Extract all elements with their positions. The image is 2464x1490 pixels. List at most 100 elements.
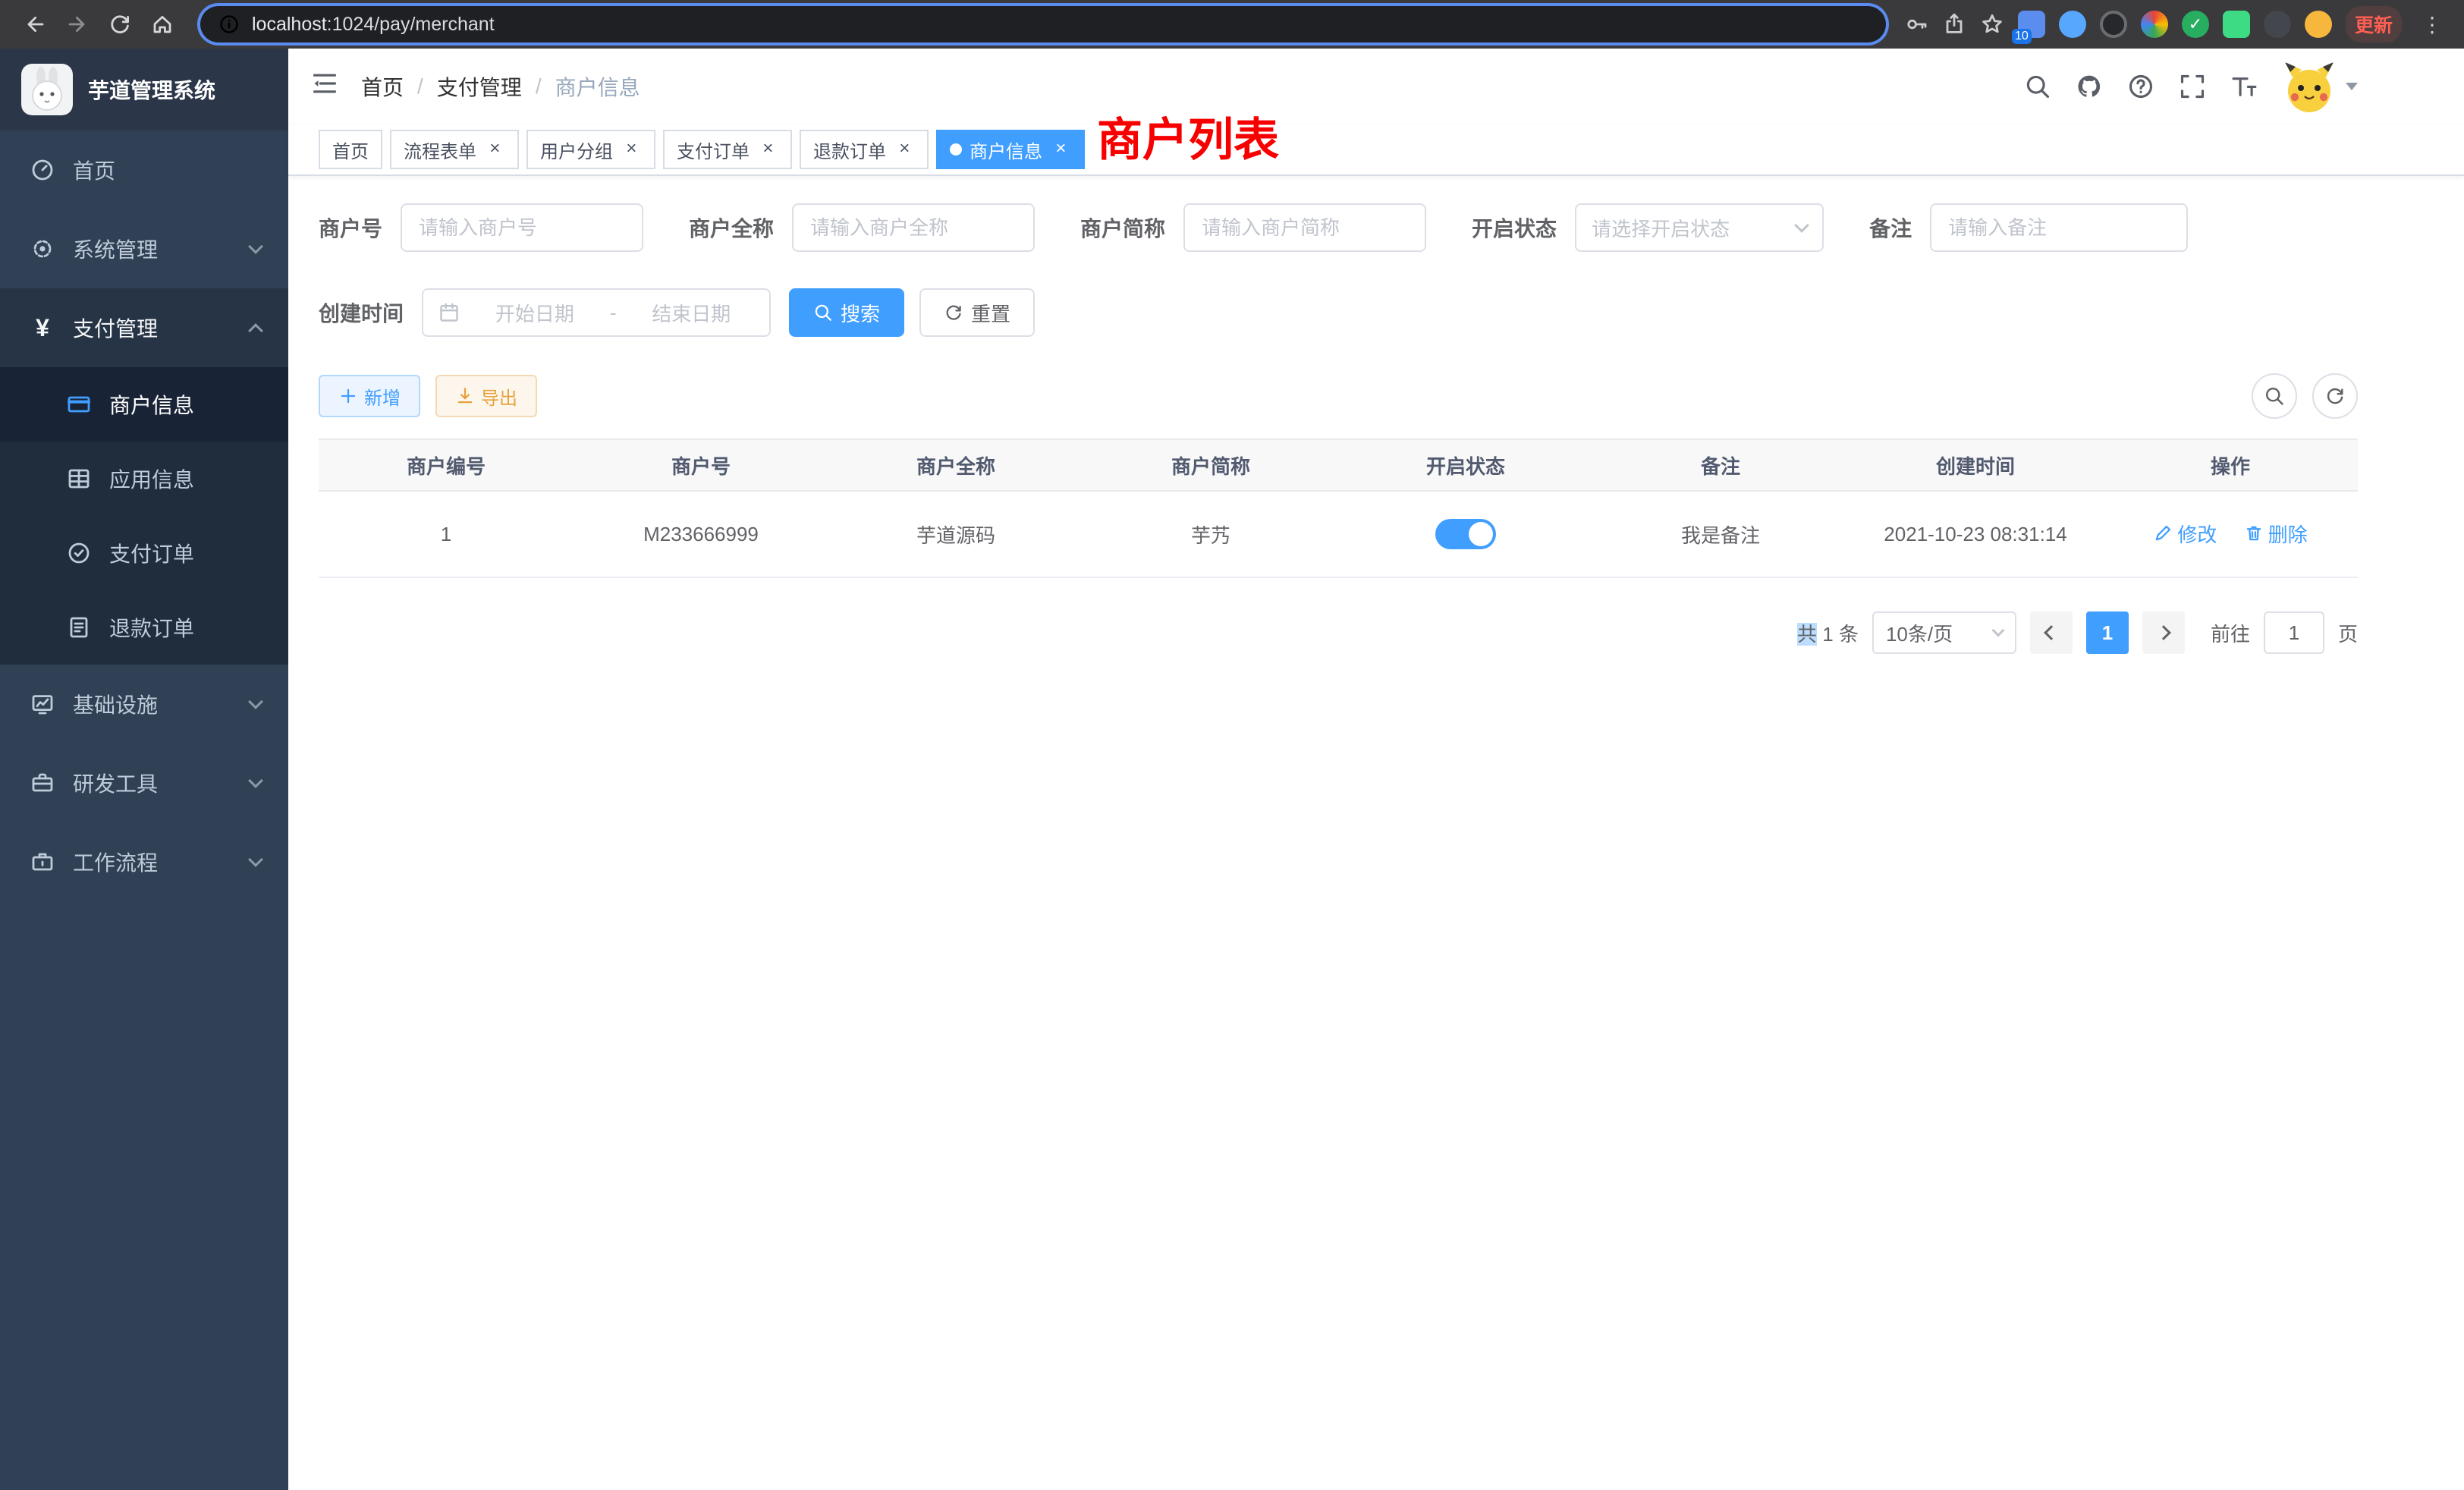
bookmark-star-icon[interactable] [1980,12,2004,36]
cell-full-name: 芋道源码 [828,491,1083,577]
extension-icon-1[interactable]: 10 [2018,11,2045,38]
refresh-icon [2324,385,2346,407]
extension-icon-2[interactable] [2059,11,2086,38]
sidebar-toggle-button[interactable] [288,70,361,103]
browser-update-button[interactable]: 更新 [2346,6,2402,42]
create-time-range-picker[interactable]: 开始日期 - 结束日期 [422,288,771,337]
extension-icon-7[interactable] [2264,11,2291,38]
sidebar-item-app-info[interactable]: 应用信息 [0,442,288,516]
briefcase-icon [30,850,55,874]
close-icon[interactable] [894,139,915,160]
browser-actions: 10 更新 ⋮ [1904,6,2449,42]
fullscreen-icon[interactable] [2179,73,2206,100]
remark-label: 备注 [1869,212,1930,243]
app-title: 芋道管理系统 [88,74,215,105]
cell-create-time: 2021-10-23 08:31:14 [1848,491,2103,577]
close-icon[interactable] [621,139,642,160]
tab-refund-order[interactable]: 退款订单 [800,130,929,169]
tab-user-group[interactable]: 用户分组 [526,130,655,169]
help-icon[interactable] [2127,73,2154,100]
content: 商户号 商户全称 商户简称 开启状态 请选择开启状态 [288,176,2464,654]
search-icon[interactable] [2024,73,2051,100]
close-icon[interactable] [757,139,778,160]
export-button[interactable]: 导出 [435,375,537,417]
pagination-total: 共 1 条 [1797,619,1859,647]
chevron-right-icon [2156,625,2171,640]
col-status: 开启状态 [1338,439,1593,491]
toggle-search-button[interactable] [2252,373,2297,419]
back-button[interactable] [15,5,55,44]
url-text: localhost:1024/pay/merchant [252,14,495,36]
prev-page-button[interactable] [2030,611,2073,654]
add-button[interactable]: 新增 [319,375,420,417]
extension-icon-3[interactable] [2100,11,2127,38]
sidebar-item-system[interactable]: 系统管理 [0,209,288,288]
site-info-icon[interactable] [218,14,240,35]
tab-home[interactable]: 首页 [319,130,382,169]
search-icon [2264,385,2285,407]
col-merchant-id: 商户编号 [319,439,574,491]
close-icon[interactable] [1050,139,1071,160]
extension-icon-4[interactable] [2141,11,2168,38]
sidebar-item-infrastructure[interactable]: 基础设施 [0,665,288,743]
chevron-down-icon [248,239,263,254]
status-toggle[interactable] [1435,519,1496,549]
refresh-table-button[interactable] [2312,373,2358,419]
goto-label: 前往 [2211,619,2250,647]
sidebar-item-home[interactable]: 首页 [0,130,288,209]
key-icon[interactable] [1904,12,1928,36]
tab-merchant-info[interactable]: 商户信息 [936,130,1085,169]
navbar-tools [2024,59,2358,114]
browser-menu-button[interactable]: ⋮ [2415,12,2449,37]
sidebar-item-workflow[interactable]: 工作流程 [0,822,288,901]
col-merchant-no: 商户号 [574,439,828,491]
home-button[interactable] [143,5,182,44]
full-name-input[interactable] [792,203,1035,252]
sidebar-item-merchant-info[interactable]: 商户信息 [0,367,288,442]
tab-pay-order[interactable]: 支付订单 [663,130,792,169]
page-size-select[interactable]: 10条/页 [1872,611,2016,654]
close-icon[interactable] [484,139,505,160]
breadcrumb: 首页 / 支付管理 / 商户信息 [361,71,640,102]
sidebar-item-payment[interactable]: ¥ 支付管理 [0,288,288,367]
share-icon[interactable] [1942,12,1966,36]
payment-submenu: 商户信息 应用信息 支付订单 退款订单 [0,367,288,665]
next-page-button[interactable] [2142,611,2185,654]
breadcrumb-home[interactable]: 首页 [361,71,404,102]
reload-button[interactable] [100,5,140,44]
sidebar-item-dev-tools[interactable]: 研发工具 [0,743,288,822]
edit-button[interactable]: 修改 [2153,520,2217,548]
font-size-icon[interactable] [2230,73,2258,100]
refresh-icon [944,303,963,322]
breadcrumb-payment[interactable]: 支付管理 [437,71,522,102]
page-number-1[interactable]: 1 [2086,611,2129,654]
extension-icon-8[interactable] [2305,11,2332,38]
forward-button[interactable] [58,5,97,44]
cell-merchant-no: M233666999 [574,491,828,577]
sidebar-item-pay-order[interactable]: 支付订单 [0,516,288,590]
table-header-row: 商户编号 商户号 商户全称 商户简称 开启状态 备注 创建时间 操作 [319,439,2358,491]
url-bar[interactable]: localhost:1024/pay/merchant [200,6,1886,42]
logo-avatar [21,64,73,115]
chevron-down-icon [2346,83,2358,90]
sidebar-item-refund-order[interactable]: 退款订单 [0,590,288,665]
rabbit-logo-icon [21,64,73,115]
reload-icon [108,12,132,36]
extension-icon-5[interactable] [2182,11,2209,38]
status-select[interactable]: 请选择开启状态 [1575,203,1824,252]
github-icon[interactable] [2076,73,2103,100]
reset-button[interactable]: 重置 [919,288,1035,337]
user-menu[interactable] [2282,59,2358,114]
search-button[interactable]: 搜索 [789,288,904,337]
chevron-down-icon [248,694,263,709]
breadcrumb-current: 商户信息 [555,71,640,102]
short-name-input[interactable] [1183,203,1426,252]
remark-input[interactable] [1930,203,2188,252]
tab-flow-form[interactable]: 流程表单 [390,130,519,169]
merchant-no-input[interactable] [401,203,643,252]
extension-icon-6[interactable] [2223,11,2250,38]
right-toolbar [2252,373,2358,419]
delete-button[interactable]: 删除 [2244,520,2308,548]
goto-page-input[interactable] [2264,611,2324,654]
pencil-icon [2153,523,2173,543]
